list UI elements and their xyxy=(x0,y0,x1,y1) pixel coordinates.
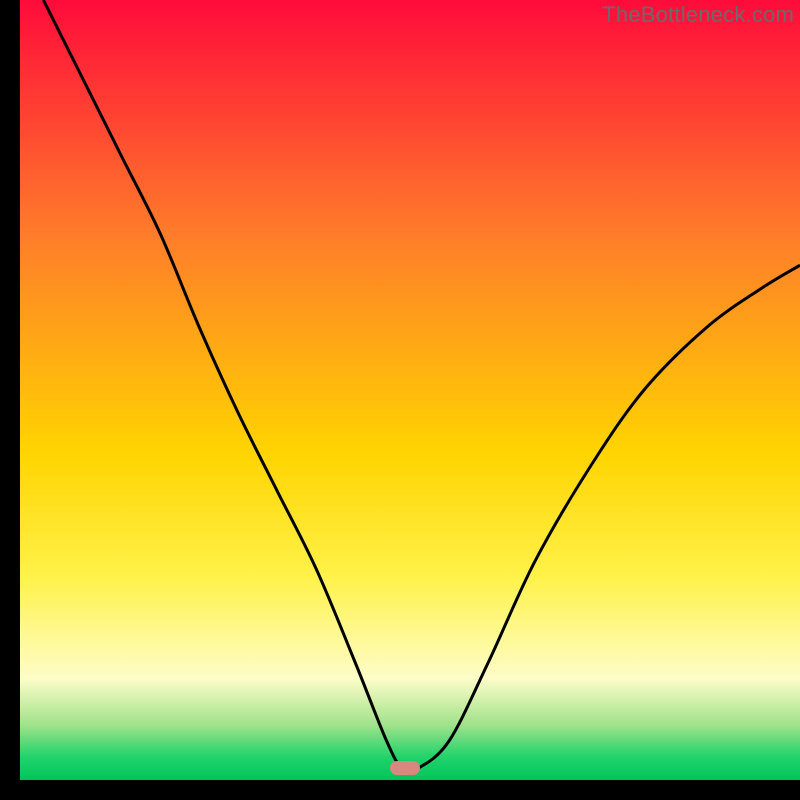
chart-stage: TheBottleneck.com xyxy=(0,0,800,800)
optimal-point-marker xyxy=(390,761,420,775)
bottleneck-curve xyxy=(20,0,800,780)
watermark-text: TheBottleneck.com xyxy=(602,2,794,28)
plot-area xyxy=(20,0,800,780)
